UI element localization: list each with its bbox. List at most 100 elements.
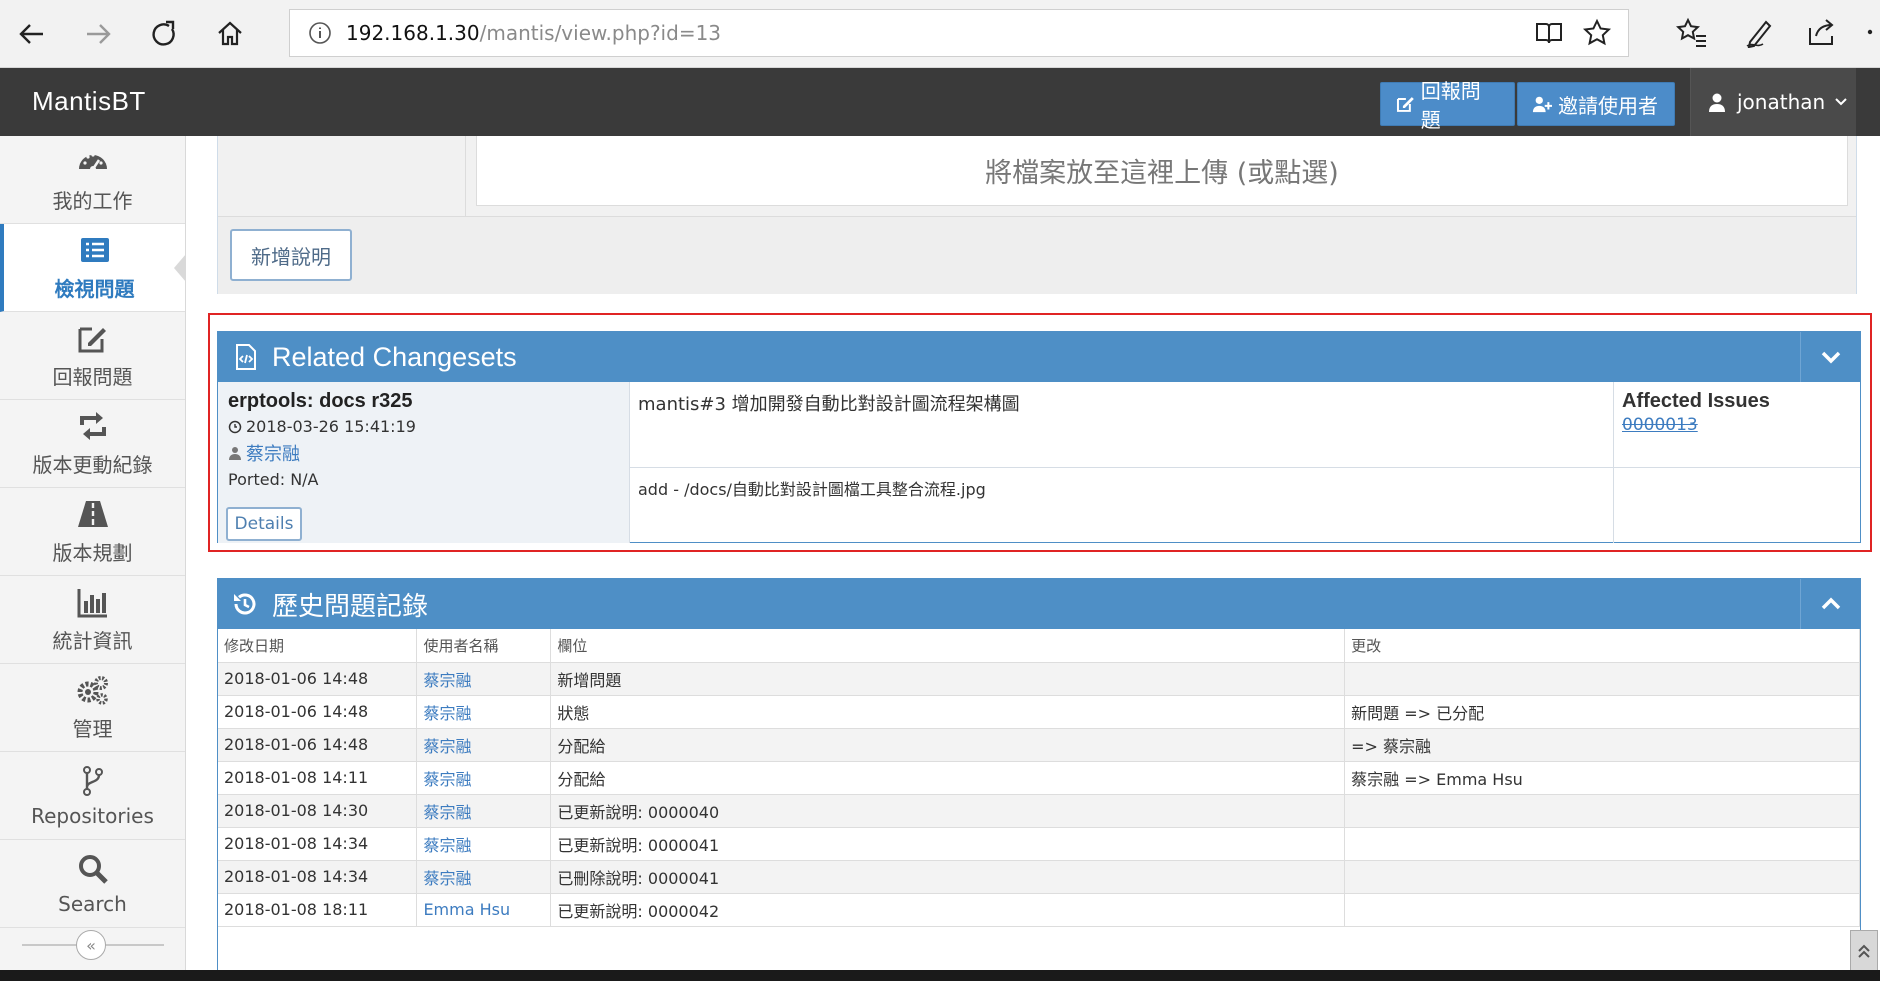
refresh-icon bbox=[152, 20, 175, 46]
favorite-star-icon[interactable] bbox=[1582, 18, 1612, 48]
history-date: 2018-01-06 14:48 bbox=[218, 662, 418, 696]
report-issue-label: 回報問題 bbox=[1420, 79, 1481, 132]
code-file-icon bbox=[236, 344, 256, 370]
favorites-list-icon[interactable] bbox=[1676, 16, 1708, 48]
sidebar-item-manage[interactable]: 管理 bbox=[0, 664, 185, 752]
column-header[interactable]: 使用者名稱 bbox=[416, 629, 552, 663]
collapse-toggle-button[interactable] bbox=[1800, 332, 1860, 382]
table-row: 2018-01-08 18:11 Emma Hsu 已更新說明: 0000042 bbox=[218, 893, 1860, 927]
history-field: 已刪除說明: 0000041 bbox=[550, 860, 1346, 894]
report-issue-button[interactable]: 回報問題 bbox=[1380, 79, 1515, 132]
user-menu[interactable]: jonathan bbox=[1690, 68, 1856, 136]
upload-label-cell bbox=[218, 136, 466, 216]
column-header[interactable]: 修改日期 bbox=[218, 629, 418, 663]
history-change bbox=[1344, 893, 1860, 927]
changeset-title: erptools: docs r325 bbox=[228, 390, 413, 412]
history-field: 分配給 bbox=[550, 728, 1346, 762]
column-header[interactable]: 更改 bbox=[1344, 629, 1860, 663]
affected-issues-label: Affected Issues bbox=[1622, 390, 1770, 412]
changeset-message: mantis#3 增加開發自動比對設計圖流程架構圖 bbox=[630, 382, 1614, 468]
brand-logo[interactable]: MantisBT bbox=[32, 86, 146, 117]
history-date: 2018-01-06 14:48 bbox=[218, 695, 418, 729]
pen-notes-icon[interactable] bbox=[1744, 16, 1776, 48]
table-row: 2018-01-06 14:48 蔡宗融 狀態 新問題 => 已分配 bbox=[218, 695, 1860, 729]
taskbar-edge bbox=[0, 970, 1880, 981]
history-date: 2018-01-08 14:34 bbox=[218, 827, 418, 861]
changeset-timestamp: 2018-03-26 15:41:19 bbox=[246, 417, 416, 436]
history-user-link[interactable]: Emma Hsu bbox=[416, 893, 552, 927]
more-menu-icon[interactable] bbox=[1860, 16, 1880, 48]
sidebar-item-roadmap[interactable]: 版本規劃 bbox=[0, 488, 185, 576]
history-field: 已更新說明: 0000041 bbox=[550, 827, 1346, 861]
user-icon bbox=[229, 447, 241, 460]
user-plus-icon bbox=[1532, 96, 1552, 113]
collapse-toggle-button[interactable] bbox=[1800, 579, 1860, 629]
sidebar-collapse-button[interactable]: « bbox=[76, 930, 106, 960]
history-field: 已更新說明: 0000042 bbox=[550, 893, 1346, 927]
table-row: 2018-01-06 14:48 蔡宗融 新增問題 bbox=[218, 662, 1860, 696]
history-field: 已更新說明: 0000040 bbox=[550, 794, 1346, 828]
reading-view-icon[interactable] bbox=[1534, 18, 1564, 48]
upload-section: 將檔案放至這裡上傳 (或點選) 新增說明 bbox=[217, 136, 1857, 294]
scroll-to-top-button[interactable] bbox=[1850, 930, 1878, 972]
related-changesets-header: Related Changesets bbox=[218, 332, 1860, 382]
history-change bbox=[1344, 794, 1860, 828]
history-user-link[interactable]: 蔡宗融 bbox=[416, 695, 552, 729]
history-change: 蔡宗融 => Emma Hsu bbox=[1344, 761, 1860, 795]
related-changesets-panel: Related Changesets erptools: docs r325 2… bbox=[217, 331, 1861, 543]
back-button[interactable] bbox=[10, 12, 54, 56]
history-change bbox=[1344, 662, 1860, 696]
refresh-button[interactable] bbox=[142, 12, 186, 56]
forward-button[interactable] bbox=[76, 12, 120, 56]
history-user-link[interactable]: 蔡宗融 bbox=[416, 761, 552, 795]
history-icon bbox=[234, 593, 256, 615]
invite-user-button[interactable]: 邀請使用者 bbox=[1517, 82, 1675, 126]
edit-icon bbox=[78, 327, 106, 353]
sidebar-item-label: 管理 bbox=[72, 717, 113, 741]
sidebar-item-label: Search bbox=[58, 891, 127, 916]
main-content: 將檔案放至這裡上傳 (或點選) 新增說明 Related Changesets … bbox=[186, 136, 1880, 981]
affected-issue-link[interactable]: 0000013 bbox=[1622, 415, 1852, 435]
sidebar-item-view-issues[interactable]: 檢視問題 bbox=[0, 224, 186, 312]
history-table: 修改日期 使用者名稱 欄位 更改 2018-01-06 14:48 蔡宗融 新增… bbox=[218, 629, 1860, 927]
home-button[interactable] bbox=[208, 12, 252, 56]
history-field: 分配給 bbox=[550, 761, 1346, 795]
sidebar-item-label: 版本更動紀錄 bbox=[32, 453, 153, 477]
sidebar-item-report-issue[interactable]: 回報問題 bbox=[0, 312, 185, 400]
sidebar-item-label: 統計資訊 bbox=[52, 629, 133, 653]
history-date: 2018-01-08 18:11 bbox=[218, 893, 418, 927]
sidebar-item-summary[interactable]: 統計資訊 bbox=[0, 576, 185, 664]
history-user-link[interactable]: 蔡宗融 bbox=[416, 860, 552, 894]
column-header[interactable]: 欄位 bbox=[550, 629, 1346, 663]
sidebar-item-my-view[interactable]: 我的工作 bbox=[0, 136, 185, 224]
home-icon bbox=[218, 21, 242, 46]
sidebar-item-repositories[interactable]: Repositories bbox=[0, 752, 185, 840]
history-user-link[interactable]: 蔡宗融 bbox=[416, 794, 552, 828]
invite-user-label: 邀請使用者 bbox=[1558, 93, 1658, 118]
history-user-link[interactable]: 蔡宗融 bbox=[416, 827, 552, 861]
history-title: 歷史問題記錄 bbox=[272, 591, 429, 622]
sidebar-item-label: 回報問題 bbox=[52, 365, 133, 389]
sidebar-item-label: 我的工作 bbox=[52, 189, 133, 213]
add-note-button[interactable]: 新增說明 bbox=[230, 229, 352, 281]
table-row: 2018-01-06 14:48 蔡宗融 分配給 => 蔡宗融 bbox=[218, 728, 1860, 762]
history-field: 新增問題 bbox=[550, 662, 1346, 696]
username: jonathan bbox=[1737, 90, 1826, 114]
info-icon[interactable] bbox=[308, 21, 332, 45]
address-bar[interactable]: 192.168.1.30/mantis/view.php?id=13 bbox=[289, 9, 1629, 57]
table-row: 2018-01-08 14:34 蔡宗融 已更新說明: 0000041 bbox=[218, 827, 1860, 861]
back-arrow-icon bbox=[19, 24, 43, 44]
history-header-row: 修改日期 使用者名稱 欄位 更改 bbox=[218, 629, 1860, 663]
changeset-author-link[interactable]: 蔡宗融 bbox=[246, 440, 300, 466]
file-dropzone[interactable]: 將檔案放至這裡上傳 (或點選) bbox=[476, 136, 1848, 206]
details-button[interactable]: Details bbox=[226, 507, 302, 541]
clock-icon bbox=[228, 420, 242, 433]
history-user-link[interactable]: 蔡宗融 bbox=[416, 728, 552, 762]
share-icon[interactable] bbox=[1806, 16, 1838, 48]
sidebar-item-changelog[interactable]: 版本更動紀錄 bbox=[0, 400, 185, 488]
app-navbar: MantisBT 回報問題 邀請使用者 jonathan bbox=[0, 68, 1880, 136]
sidebar-item-label: Repositories bbox=[31, 803, 154, 828]
history-user-link[interactable]: 蔡宗融 bbox=[416, 662, 552, 696]
history-date: 2018-01-06 14:48 bbox=[218, 728, 418, 762]
sidebar-item-search[interactable]: Search bbox=[0, 840, 185, 928]
